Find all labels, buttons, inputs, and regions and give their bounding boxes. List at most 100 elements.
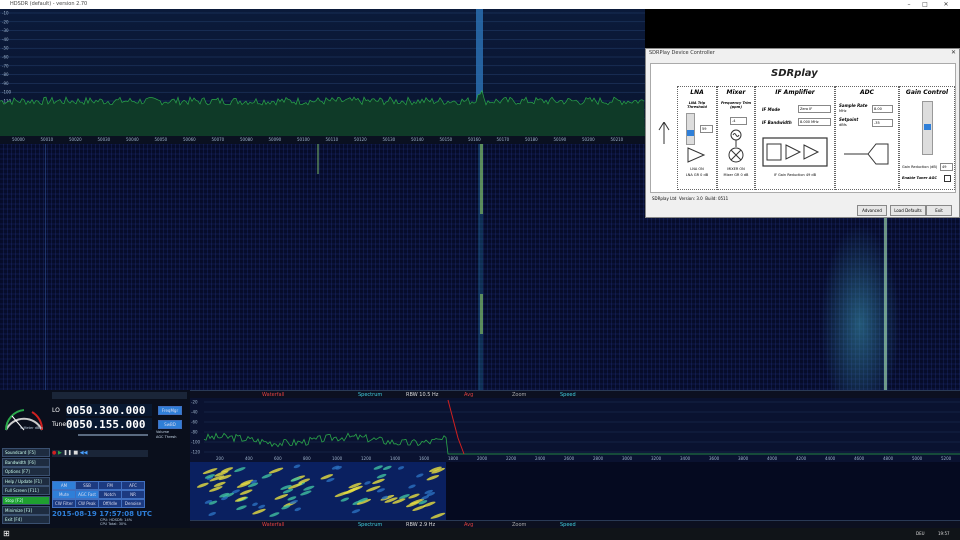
audio-freq-label: 4000 [767,456,778,461]
advanced-button[interactable]: Advanced [857,205,887,216]
windows-taskbar: ⊞ DEU 19:57 [0,528,960,540]
mode-button[interactable]: AM [52,481,76,490]
mode-button[interactable]: Denoise [121,499,145,508]
rf-spectrum-svg: -10-20-30-40-50-60-70-80-90-100-110-120-… [0,9,645,136]
load-defaults-button[interactable]: Load Defaults [890,205,926,216]
swbd-button[interactable]: SwBD [158,420,182,429]
if-gain-reduction: IF Gain Reduction 49 dB [773,173,817,177]
if-mode-label: IF Mode [762,107,780,112]
if-title: IF Amplifier [775,89,815,96]
audio-freq-label: 2600 [564,456,575,461]
rf-freq-label: 50190 [553,137,567,142]
rf-db-label: -90 [2,81,9,86]
rf-db-label: -80 [2,72,9,77]
mixer-title: Mixer [726,89,746,96]
freq-trim-input[interactable]: -4 [730,117,747,125]
waterfall-signal-trace [317,144,319,174]
adc-icon [844,143,889,165]
side-button[interactable]: Exit [F4] [2,515,50,525]
rf-freq-label: 50140 [411,137,424,142]
agc-checkbox[interactable] [944,175,951,182]
mode-button[interactable]: NR [121,490,145,499]
if-mode-select[interactable]: Zero IF [798,105,831,113]
rf-spectrum-display[interactable]: -10-20-30-40-50-60-70-80-90-100-110-120-… [0,9,645,136]
audio-freq-label: 3200 [651,456,662,461]
side-button[interactable]: Minimize [F3] [2,505,50,515]
audio-freq-label: 1800 [448,456,459,461]
audio-freq-label: 1600 [419,456,430,461]
audio-freq-label: 3600 [709,456,720,461]
mode-button[interactable]: Notch [98,490,122,499]
rf-freq-label: 50020 [69,137,82,142]
audio-db-label: -40 [191,410,198,415]
audio-freq-label: 4600 [854,456,865,461]
side-button[interactable]: Soundcard [F5] [2,448,50,457]
control-panel: S-Meter dBm LO 0050.300.000 Tune 0050.15… [0,390,190,528]
mixer-section: Mixer Frequency Trim (ppm) -4 MIXER ON M… [717,86,755,190]
rf-freq-label: 50210 [610,137,624,142]
lna-threshold-label: LNA Trip Threshold [687,101,707,109]
mixer-icon [728,129,744,163]
sample-rate-select[interactable]: 8.00 [872,105,893,113]
volume-slider[interactable] [78,434,148,436]
antenna-icon [658,122,670,144]
device-panel: SDRplay LNA LNA Trip Threshold 59 LNA ON… [650,63,956,193]
adc-section: ADC Sample Rate MHz 8.00 Setpoint dBfs -… [835,86,899,190]
mode-button[interactable]: AGC Fast [75,490,99,499]
freq-trim-label: Frequency Trim (ppm) [720,101,752,109]
taskbar-language[interactable]: DEU [916,531,925,536]
lna-threshold-slider[interactable] [686,113,695,145]
maximize-window-button[interactable]: □ [918,0,932,9]
signal-peak-marker [476,9,483,101]
audio-freq-label: 5200 [941,456,952,461]
audio-freq-label: 400 [245,456,253,461]
rf-freq-label: 50180 [525,137,538,142]
mode-button[interactable]: CW Peak [75,499,99,508]
minimize-window-button[interactable]: – [902,0,916,9]
gain-reduction-slider[interactable] [922,101,933,155]
lo-frequency-display[interactable]: 0050.300.000 [66,404,152,417]
rf-freq-label: 50060 [183,137,196,142]
lna-threshold-value[interactable]: 59 [700,125,713,133]
tune-frequency-display[interactable]: 0050.155.000 [66,418,152,431]
if-bandwidth-select[interactable]: 8.000 MHz [798,118,831,126]
rewind-icon[interactable]: ◀◀ [80,450,88,456]
volume-label: Volume [156,430,170,434]
audio-waterfall-display[interactable] [190,462,960,520]
gain-control-section: Gain Control Gain Reduction (dB) 49 Enab… [899,86,955,190]
mode-button[interactable]: SSB [75,481,99,490]
freqmgr-button[interactable]: FreqMgr [158,406,182,415]
mode-button[interactable]: Mute [52,490,76,499]
stop-icon[interactable]: ■ [73,450,78,456]
play-icon[interactable]: ▶ [58,450,62,456]
start-button-icon[interactable]: ⊞ [3,529,10,538]
mode-button[interactable]: FM [98,481,122,490]
mode-button[interactable]: CW Filter [52,499,76,508]
sample-rate-label: Sample Rate [839,103,868,108]
mode-button[interactable]: AFC [121,481,145,490]
dialog-close-button[interactable]: ✕ [951,49,956,56]
side-button[interactable]: Bandwidth [F6] [2,457,50,467]
audio-freq-label: 1400 [390,456,401,461]
mode-button[interactable]: Off/Idle [98,499,122,508]
audio-spectrum-svg: -20 -40 -60 -80 -100 -120 200 400 600 800 1000 1200… [191,400,960,461]
setpoint-input[interactable]: -35 [872,119,893,127]
gain-reduction-value[interactable]: 49 [940,163,953,171]
record-icon[interactable]: ● [52,450,56,456]
side-button[interactable]: Stop [F2] [2,496,50,505]
rf-db-label: -20 [2,19,9,24]
playback-controls[interactable]: ● ▶ ❚❚ ■ ◀◀ [52,450,148,457]
audio-freq-label: 5000 [912,456,923,461]
dialog-exit-button[interactable]: Exit [926,205,952,216]
setpoint-unit: dBfs [839,123,847,127]
audio-freq-label: 1000 [332,456,343,461]
audio-spectrum-display[interactable]: -20 -40 -60 -80 -100 -120 200 400 600 800 1000 1200… [190,398,960,462]
side-button[interactable]: Help / Update [F1] [2,476,50,486]
pause-icon[interactable]: ❚❚ [63,450,71,456]
close-window-button[interactable]: ✕ [934,0,958,9]
lna-section: LNA LNA Trip Threshold 59 LNA ON LNA GR … [677,86,717,190]
side-button[interactable]: Full Screen [F11] [2,486,50,496]
side-button[interactable]: Options [F7] [2,467,50,477]
audio-freq-label: 200 [216,456,224,461]
rf-freq-label: 50070 [211,137,225,142]
